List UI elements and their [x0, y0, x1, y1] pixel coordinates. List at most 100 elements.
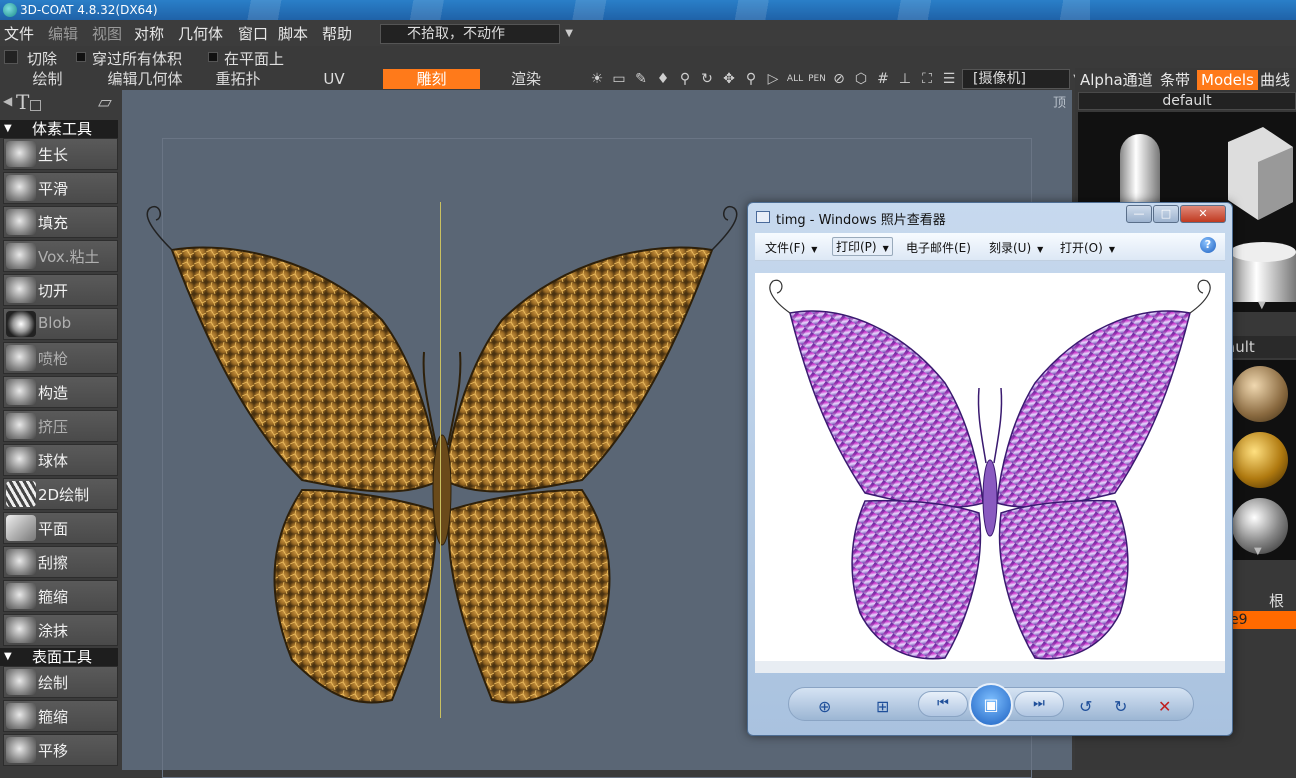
panels-icon[interactable]: ☰	[940, 70, 958, 88]
tab-uv[interactable]: UV	[310, 69, 358, 89]
photo-viewer-window[interactable]: timg - Windows 照片查看器 — □ ✕ 文件(F) ▼ 打印(P) ▼…	[747, 202, 1233, 736]
tool-smudge[interactable]: 涂抹	[3, 614, 118, 646]
model-preset-select[interactable]: default	[1078, 92, 1296, 110]
forbid-icon[interactable]: ⊘	[830, 70, 848, 88]
tab-retopo[interactable]: 重拓扑	[208, 69, 268, 89]
tool-surface-pinch[interactable]: 箍缩	[3, 700, 118, 732]
viewer-menu-open[interactable]: 打开(O) ▼	[1060, 239, 1115, 256]
surface-tools-header[interactable]: ▼ 表面工具	[0, 648, 118, 666]
material-preset-select[interactable]: ault	[1226, 336, 1296, 358]
zoom-icon[interactable]: ⚲	[742, 70, 760, 88]
tab-curves[interactable]: 曲线	[1260, 70, 1290, 90]
rotate-right-icon[interactable]: ↻	[1114, 697, 1127, 716]
minimize-button[interactable]: —	[1126, 205, 1152, 223]
tab-alpha[interactable]: Alpha通道	[1080, 70, 1153, 90]
delete-icon[interactable]: ✕	[1158, 697, 1171, 716]
material-sphere-icon[interactable]	[1232, 366, 1288, 422]
cut-tool-icon	[6, 277, 36, 303]
tool-pinch[interactable]: 箍缩	[3, 580, 118, 612]
previous-button[interactable]: ⏮	[918, 691, 968, 717]
fit-icon[interactable]: ⛶	[918, 70, 936, 88]
menu-help[interactable]: 帮助	[322, 23, 352, 44]
tool-vox-clay[interactable]: Vox.粘土	[3, 240, 118, 272]
menu-edit[interactable]: 编辑	[48, 23, 78, 44]
maximize-button[interactable]: □	[1153, 205, 1179, 223]
grid-icon[interactable]: #	[874, 70, 892, 88]
text-tool-icon[interactable]: T	[16, 90, 29, 114]
material-grid[interactable]: ▼	[1226, 360, 1296, 560]
compass-icon[interactable]: ⚲	[676, 70, 694, 88]
all-icon[interactable]: ALL	[786, 70, 804, 88]
smudge-icon	[6, 617, 36, 643]
help-icon[interactable]: ?	[1200, 237, 1216, 253]
play-icon[interactable]: ▷	[764, 70, 782, 88]
tab-models[interactable]: Models	[1197, 70, 1258, 90]
light-icon[interactable]: ☀	[588, 70, 606, 88]
tab-paint[interactable]: 绘制	[20, 69, 75, 89]
cut-option[interactable]: 切除	[27, 48, 57, 69]
rotate-left-icon[interactable]: ↺	[1079, 697, 1092, 716]
tool-airbrush[interactable]: 喷枪	[3, 342, 118, 374]
move-icon[interactable]: ✥	[720, 70, 738, 88]
menu-file[interactable]: 文件	[4, 23, 34, 44]
through-all-checkbox[interactable]	[76, 52, 86, 62]
perspective-icon[interactable]: ▱	[98, 92, 112, 113]
plane-icon	[6, 515, 36, 541]
wand-icon[interactable]: ✎	[632, 70, 650, 88]
scrape-icon	[6, 549, 36, 575]
menu-symmetry[interactable]: 对称	[134, 23, 164, 44]
tool-build[interactable]: 构造	[3, 376, 118, 408]
chevron-down-icon[interactable]: ▼	[1254, 546, 1262, 557]
tool-surface-paint[interactable]: 绘制	[3, 666, 118, 698]
close-button[interactable]: ✕	[1180, 205, 1226, 223]
layer-root: 根	[1268, 592, 1284, 610]
surface-paint-icon	[6, 669, 36, 695]
pen-icon[interactable]: PEN	[808, 70, 826, 88]
selected-layer[interactable]: e9	[1226, 611, 1296, 629]
material-sphere-icon[interactable]	[1232, 432, 1288, 488]
tab-render[interactable]: 渲染	[500, 69, 552, 89]
tool-extrude[interactable]: 挤压	[3, 410, 118, 442]
pick-mode-select[interactable]: 不拾取，不动作 ▼	[380, 24, 573, 44]
tool-sphere[interactable]: 球体	[3, 444, 118, 476]
axis-icon[interactable]: ⊥	[896, 70, 914, 88]
viewer-menu-email[interactable]: 电子邮件(E)	[906, 239, 971, 256]
blob-icon	[6, 311, 36, 337]
frame-icon[interactable]	[30, 100, 41, 111]
menu-window[interactable]: 窗口	[238, 23, 268, 44]
tool-2d-paint[interactable]: 2D绘制	[3, 478, 118, 510]
next-button[interactable]: ⏭	[1014, 691, 1064, 717]
menu-script[interactable]: 脚本	[278, 23, 308, 44]
menu-geometry[interactable]: 几何体	[178, 23, 223, 44]
image-icon[interactable]: ▭	[610, 70, 628, 88]
camera-value: [摄像机]	[973, 71, 1026, 87]
slideshow-button[interactable]: ▣	[969, 683, 1013, 727]
tool-surface-move[interactable]: 平移	[3, 734, 118, 766]
voxel-tools-header[interactable]: ▼ 体素工具	[0, 120, 118, 138]
tool-blob[interactable]: Blob	[3, 308, 118, 340]
menu-view[interactable]: 视图	[92, 23, 122, 44]
tab-edit-geometry[interactable]: 编辑几何体	[100, 69, 190, 89]
rotate-icon[interactable]: ↻	[698, 70, 716, 88]
viewer-menu-file[interactable]: 文件(F) ▼	[765, 239, 817, 256]
camera-select[interactable]: [摄像机] ▼	[962, 69, 1081, 89]
tab-strips[interactable]: 条带	[1160, 70, 1190, 90]
tool-smooth[interactable]: 平滑	[3, 172, 118, 204]
drop-icon[interactable]: ♦	[654, 70, 672, 88]
actual-size-icon[interactable]: ⊞	[876, 697, 889, 716]
cut-icon[interactable]	[4, 50, 18, 64]
tool-grow[interactable]: 生长	[3, 138, 118, 170]
tool-fill[interactable]: 填充	[3, 206, 118, 238]
build-icon	[6, 379, 36, 405]
tab-sculpt[interactable]: 雕刻	[383, 69, 480, 89]
on-plane-checkbox[interactable]	[208, 52, 218, 62]
chevron-down-icon: ▼	[4, 651, 12, 662]
zoom-icon[interactable]: ⊕	[818, 697, 831, 716]
viewer-menu-print[interactable]: 打印(P) ▼	[832, 237, 893, 256]
collapse-icon[interactable]: ◀	[3, 94, 12, 108]
viewer-menu-burn[interactable]: 刻录(U) ▼	[989, 239, 1043, 256]
tool-scrape[interactable]: 刮擦	[3, 546, 118, 578]
tool-cut[interactable]: 切开	[3, 274, 118, 306]
tool-plane[interactable]: 平面	[3, 512, 118, 544]
cube-icon[interactable]: ⬡	[852, 70, 870, 88]
